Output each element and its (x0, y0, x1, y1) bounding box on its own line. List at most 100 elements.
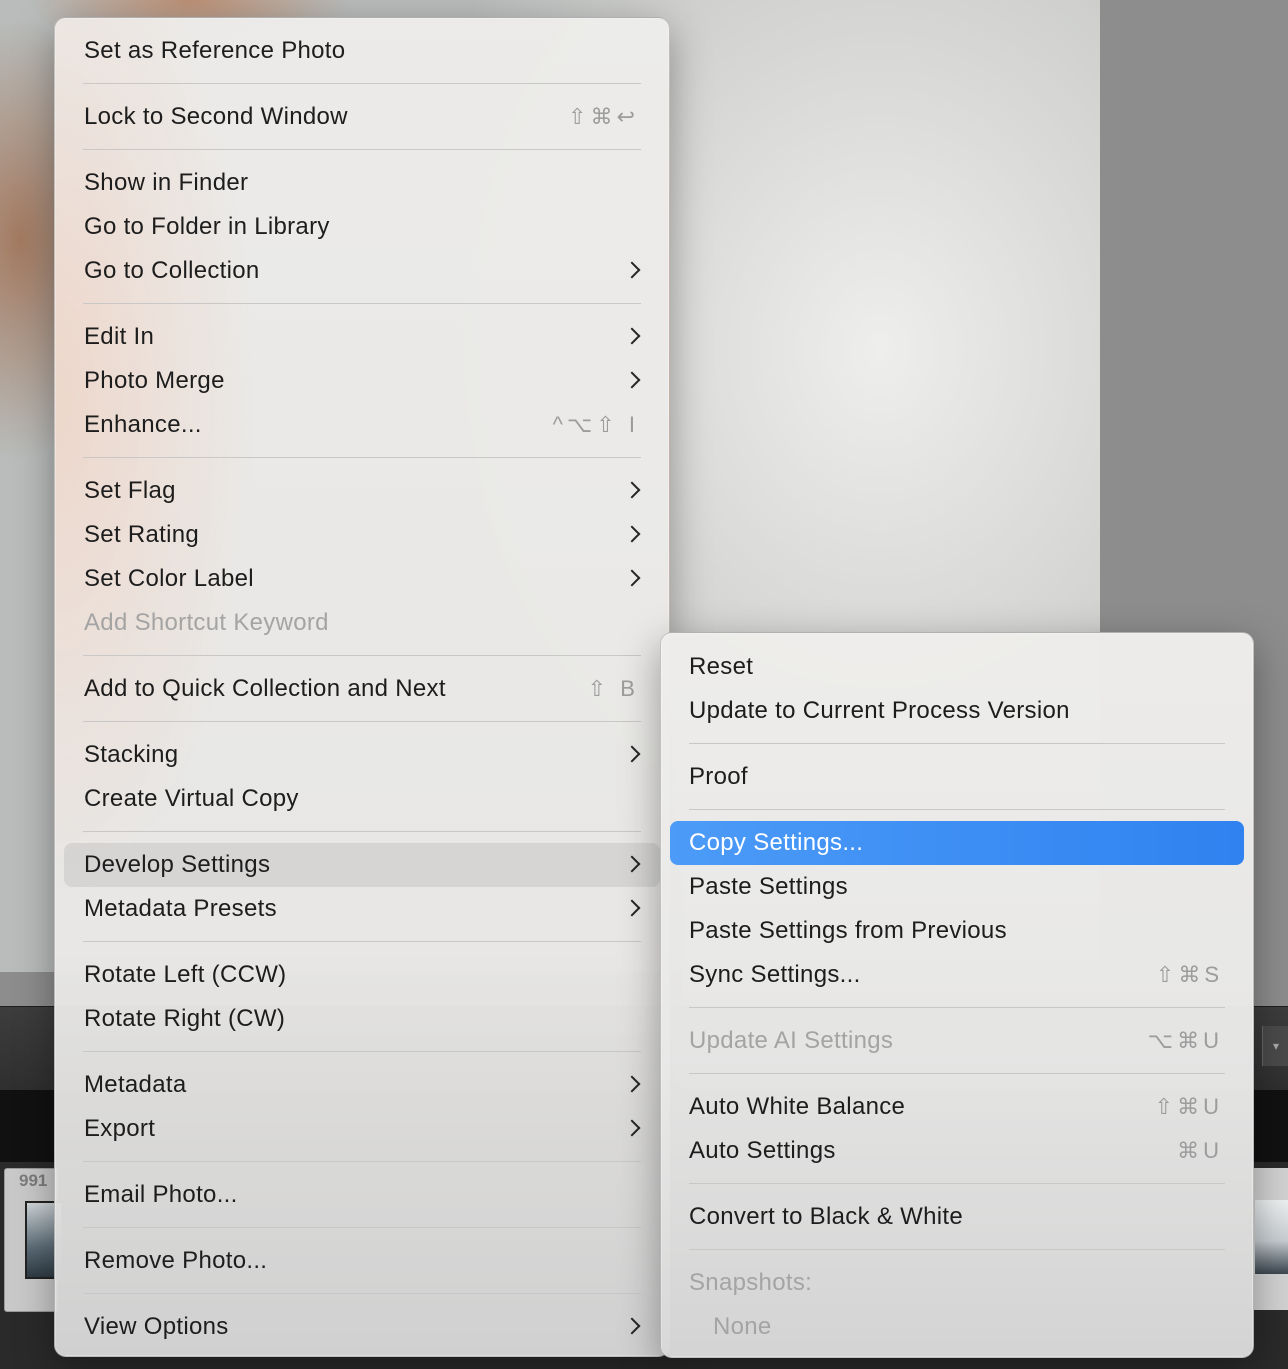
chevron-right-icon (623, 481, 641, 499)
menu-separator (83, 941, 641, 942)
menu-item-label: Photo Merge (84, 367, 225, 394)
menu-item-reset[interactable]: Reset (670, 645, 1244, 689)
menu-item-label: Rotate Left (CCW) (84, 961, 287, 988)
menu-item-label: Go to Collection (84, 257, 260, 284)
menu-item-label: Set as Reference Photo (84, 37, 346, 64)
menu-item-label: Metadata (84, 1071, 187, 1098)
menu-item-label: Lock to Second Window (84, 103, 348, 130)
filmstrip-thumbnail[interactable] (1252, 1168, 1288, 1310)
menu-item-label: Set Rating (84, 521, 200, 548)
menu-item-label: Metadata Presets (84, 895, 277, 922)
menu-item-go-to-folder-in-library[interactable]: Go to Folder in Library (64, 205, 660, 249)
menu-item-label: Proof (689, 763, 748, 790)
menu-separator (83, 83, 641, 84)
menu-item-label: Set Color Label (84, 565, 254, 592)
menu-item-lock-to-second-window[interactable]: Lock to Second Window ⇧⌘↩ (64, 95, 660, 139)
keyboard-shortcut: ⌥⌘U (1147, 1028, 1223, 1053)
menu-item-paste-settings[interactable]: Paste Settings (670, 865, 1244, 909)
menu-item-set-color-label[interactable]: Set Color Label (64, 557, 660, 601)
menu-item-label: Paste Settings (689, 873, 848, 900)
dropdown-icon[interactable]: ▾ (1262, 1026, 1288, 1066)
menu-item-paste-settings-from-previous[interactable]: Paste Settings from Previous (670, 909, 1244, 953)
menu-item-create-virtual-copy[interactable]: Create Virtual Copy (64, 777, 660, 821)
menu-item-label: Export (84, 1115, 156, 1142)
menu-item-rotate-right-cw[interactable]: Rotate Right (CW) (64, 997, 660, 1041)
chevron-right-icon (623, 569, 641, 587)
menu-item-view-options[interactable]: View Options (64, 1305, 660, 1349)
menu-separator (83, 149, 641, 150)
chevron-right-icon (623, 327, 641, 345)
menu-item-set-rating[interactable]: Set Rating (64, 513, 660, 557)
menu-separator (689, 743, 1225, 744)
menu-item-label: Remove Photo... (84, 1247, 268, 1274)
menu-item-label: Auto Settings (689, 1137, 836, 1164)
menu-item-label: View Options (84, 1313, 229, 1340)
menu-item-label: None (713, 1313, 772, 1340)
menu-item-stacking[interactable]: Stacking (64, 733, 660, 777)
chevron-right-icon (623, 1075, 641, 1093)
chevron-right-icon (623, 1317, 641, 1335)
menu-item-label: Add to Quick Collection and Next (84, 675, 446, 702)
menu-separator (83, 457, 641, 458)
menu-separator (689, 1007, 1225, 1008)
menu-item-label: Show in Finder (84, 169, 249, 196)
menu-item-remove-photo[interactable]: Remove Photo... (64, 1239, 660, 1283)
menu-item-set-as-reference-photo[interactable]: Set as Reference Photo (64, 29, 660, 73)
keyboard-shortcut: ^⌥⇧ I (552, 412, 639, 437)
menu-item-label: Go to Folder in Library (84, 213, 330, 240)
menu-item-label: Create Virtual Copy (84, 785, 299, 812)
menu-separator (689, 1183, 1225, 1184)
menu-separator (83, 1161, 641, 1162)
chevron-right-icon (623, 855, 641, 873)
keyboard-shortcut: ⌘U (1177, 1138, 1223, 1163)
menu-item-label: Convert to Black & White (689, 1203, 963, 1230)
snapshots-header: Snapshots: (689, 1269, 813, 1296)
menu-item-copy-settings[interactable]: Copy Settings... (670, 821, 1244, 865)
menu-item-metadata[interactable]: Metadata (64, 1063, 660, 1107)
chevron-right-icon (623, 1119, 641, 1137)
menu-separator (689, 1073, 1225, 1074)
menu-item-export[interactable]: Export (64, 1107, 660, 1151)
menu-separator (83, 655, 641, 656)
menu-item-photo-merge[interactable]: Photo Merge (64, 359, 660, 403)
menu-item-label: Copy Settings... (689, 829, 864, 856)
menu-separator (83, 1293, 641, 1294)
menu-item-metadata-presets[interactable]: Metadata Presets (64, 887, 660, 931)
menu-item-edit-in[interactable]: Edit In (64, 315, 660, 359)
menu-item-show-in-finder[interactable]: Show in Finder (64, 161, 660, 205)
menu-separator (83, 831, 641, 832)
menu-item-update-to-current-process-version[interactable]: Update to Current Process Version (670, 689, 1244, 733)
chevron-right-icon (623, 371, 641, 389)
menu-item-label: Reset (689, 653, 754, 680)
chevron-right-icon (623, 261, 641, 279)
menu-item-go-to-collection[interactable]: Go to Collection (64, 249, 660, 293)
menu-item-label: Paste Settings from Previous (689, 917, 1007, 944)
menu-item-enhance[interactable]: Enhance... ^⌥⇧ I (64, 403, 660, 447)
menu-item-develop-settings[interactable]: Develop Settings (64, 843, 660, 887)
menu-item-add-shortcut-keyword: Add Shortcut Keyword (64, 601, 660, 645)
chevron-right-icon (623, 899, 641, 917)
filmstrip-thumbnail[interactable]: 991 (4, 1168, 63, 1312)
menu-item-label: Enhance... (84, 411, 202, 438)
menu-item-sync-settings[interactable]: Sync Settings... ⇧⌘S (670, 953, 1244, 997)
menu-item-proof[interactable]: Proof (670, 755, 1244, 799)
context-menu: Set as Reference Photo Lock to Second Win… (54, 17, 670, 1357)
keyboard-shortcut: ⇧⌘S (1155, 962, 1223, 987)
menu-item-set-flag[interactable]: Set Flag (64, 469, 660, 513)
chevron-right-icon (623, 525, 641, 543)
menu-separator (689, 809, 1225, 810)
keyboard-shortcut: ⇧ B (587, 676, 639, 701)
menu-item-label: Set Flag (84, 477, 176, 504)
menu-item-label: Stacking (84, 741, 179, 768)
menu-separator (83, 303, 641, 304)
menu-item-auto-white-balance[interactable]: Auto White Balance ⇧⌘U (670, 1085, 1244, 1129)
menu-item-label: Update to Current Process Version (689, 697, 1070, 724)
menu-item-email-photo[interactable]: Email Photo... (64, 1173, 660, 1217)
snapshot-item-none: None (670, 1305, 1244, 1349)
develop-settings-submenu: Reset Update to Current Process Version Pr… (660, 632, 1254, 1358)
menu-separator (83, 1051, 641, 1052)
menu-item-convert-to-black-and-white[interactable]: Convert to Black & White (670, 1195, 1244, 1239)
menu-item-add-to-quick-collection-and-next[interactable]: Add to Quick Collection and Next ⇧ B (64, 667, 660, 711)
menu-item-auto-settings[interactable]: Auto Settings ⌘U (670, 1129, 1244, 1173)
menu-item-rotate-left-ccw[interactable]: Rotate Left (CCW) (64, 953, 660, 997)
